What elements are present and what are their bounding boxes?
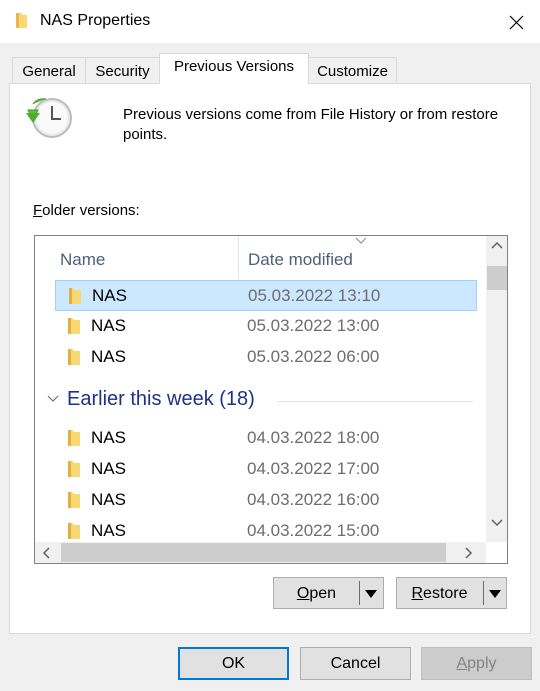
item-date: 05.03.2022 06:00: [247, 347, 380, 366]
accel-key: O: [296, 585, 310, 602]
folder-icon: [16, 13, 27, 28]
tab-label: Previous Versions: [173, 58, 295, 75]
vertical-scroll-thumb[interactable]: [487, 266, 507, 290]
item-name: NAS: [91, 428, 126, 447]
button-label: pply: [467, 655, 497, 672]
column-header-date-modified[interactable]: Date modified: [248, 236, 353, 280]
accel-key: A: [456, 655, 468, 672]
open-button[interactable]: Open: [274, 585, 359, 603]
list-item[interactable]: NAS 05.03.2022 13:10: [55, 280, 477, 311]
group-divider: [277, 401, 473, 402]
cancel-button[interactable]: Cancel: [300, 647, 411, 680]
list-item[interactable]: NAS 05.03.2022 13:00: [55, 311, 477, 342]
previous-versions-panel: Previous versions come from File History…: [9, 83, 531, 634]
folder-icon: [68, 349, 80, 365]
item-name: NAS: [91, 521, 126, 540]
folder-icon: [68, 461, 80, 477]
description-text: Previous versions come from File History…: [123, 106, 499, 143]
button-label: pen: [309, 585, 337, 602]
scrollbar-corner: [486, 542, 507, 563]
folder-icon: [69, 288, 81, 304]
item-name: NAS: [91, 459, 126, 478]
item-date: 05.03.2022 13:10: [248, 286, 381, 305]
item-name: NAS: [92, 286, 127, 305]
label-text: older versions:: [42, 202, 140, 219]
folder-versions-list[interactable]: Name Date modified NAS 05.03.2022 13:10 …: [34, 235, 508, 564]
tab-label: Security: [95, 63, 150, 80]
item-date: 04.03.2022 18:00: [247, 428, 380, 447]
previous-versions-clock-icon: [26, 98, 72, 138]
apply-button[interactable]: Apply: [421, 647, 532, 680]
folder-icon: [68, 492, 80, 508]
split-separator: [483, 581, 484, 605]
column-separator[interactable]: [238, 236, 239, 280]
accel-key: R: [411, 585, 424, 602]
folder-versions-label: Folder versions:: [33, 202, 140, 219]
window-title: NAS Properties: [40, 12, 151, 29]
scroll-left-icon[interactable]: [35, 542, 59, 563]
folder-icon: [68, 318, 80, 334]
scroll-right-icon[interactable]: [456, 542, 480, 563]
list-item[interactable]: NAS 04.03.2022 18:00: [55, 423, 477, 454]
chevron-down-icon[interactable]: [47, 395, 59, 403]
tab-strip: General Security Previous Versions Custo…: [0, 43, 540, 84]
close-icon[interactable]: [500, 6, 532, 38]
item-date: 04.03.2022 17:00: [247, 459, 380, 478]
ok-button[interactable]: OK: [178, 647, 289, 680]
tab-previous-versions[interactable]: Previous Versions: [159, 53, 309, 84]
title-bar: NAS Properties: [0, 0, 540, 43]
open-split-button[interactable]: Open: [273, 577, 384, 609]
list-item[interactable]: NAS 05.03.2022 06:00: [55, 342, 477, 373]
tab-general[interactable]: General: [12, 57, 86, 83]
folder-icon: [68, 430, 80, 446]
item-date: 04.03.2022 16:00: [247, 490, 380, 509]
list-item[interactable]: NAS 04.03.2022 17:00: [55, 454, 477, 485]
dropdown-arrow-icon[interactable]: [365, 590, 377, 598]
button-label: estore: [423, 585, 468, 602]
folder-icon: [68, 523, 80, 539]
item-name: NAS: [91, 347, 126, 366]
horizontal-scroll-thumb[interactable]: [61, 543, 446, 562]
group-header-earlier-this-week[interactable]: Earlier this week (18): [45, 386, 475, 416]
item-name: NAS: [91, 490, 126, 509]
tab-label: General: [22, 63, 76, 80]
tab-customize[interactable]: Customize: [308, 57, 397, 83]
restore-button[interactable]: Restore: [397, 585, 482, 603]
sort-descending-icon: [355, 237, 367, 244]
horizontal-scrollbar[interactable]: [35, 542, 486, 563]
split-separator: [359, 581, 360, 605]
vertical-scrollbar[interactable]: [486, 236, 508, 542]
tab-security[interactable]: Security: [85, 57, 160, 83]
tab-label: Customize: [317, 63, 388, 80]
scroll-down-icon[interactable]: [486, 512, 508, 532]
item-date: 05.03.2022 13:00: [247, 316, 380, 335]
accel-key: F: [33, 202, 43, 219]
group-label: Earlier this week (18): [67, 388, 255, 410]
list-item[interactable]: NAS 04.03.2022 16:00: [55, 485, 477, 516]
column-header-name[interactable]: Name: [60, 236, 105, 280]
item-date: 04.03.2022 15:00: [247, 521, 380, 540]
item-name: NAS: [91, 316, 126, 335]
scroll-up-icon[interactable]: [486, 236, 508, 256]
restore-split-button[interactable]: Restore: [396, 577, 507, 609]
dropdown-arrow-icon[interactable]: [489, 590, 501, 598]
